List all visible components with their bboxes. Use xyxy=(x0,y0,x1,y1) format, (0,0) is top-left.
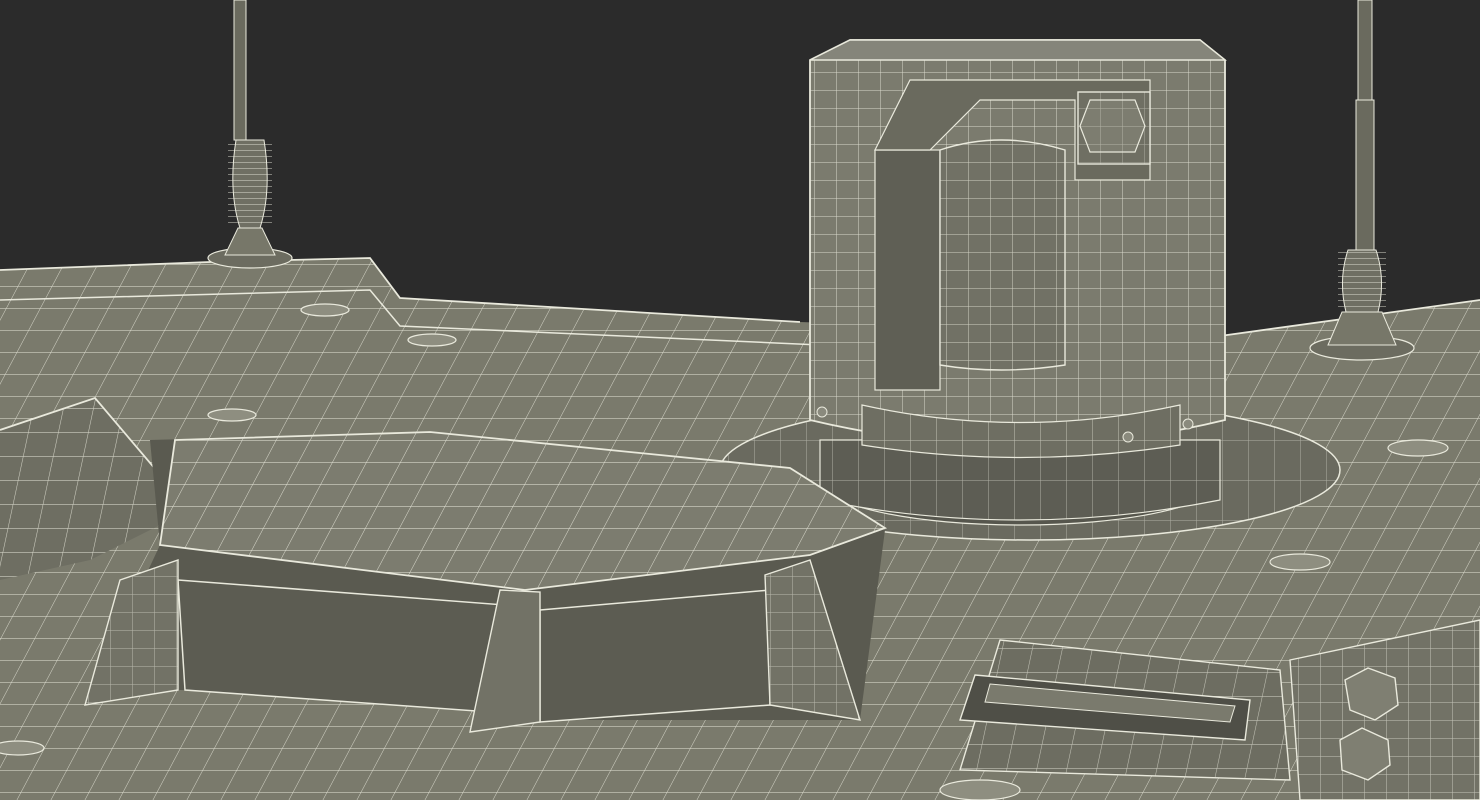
raised-hatch xyxy=(84,431,888,733)
camera-box xyxy=(1077,91,1151,165)
bolt-icon xyxy=(1182,418,1194,430)
bolt-icon xyxy=(1122,431,1134,443)
vent-icon xyxy=(939,779,1021,800)
vent-icon xyxy=(1269,553,1331,571)
vent-icon xyxy=(207,408,257,422)
hatch-panel-right xyxy=(539,589,771,723)
sensor-window xyxy=(874,149,941,391)
wireframe-render xyxy=(0,0,1480,800)
sensor-turret xyxy=(809,39,1227,459)
vent-icon xyxy=(407,333,457,347)
bolt-icon xyxy=(816,406,828,418)
vent-icon xyxy=(0,740,45,756)
vent-icon xyxy=(1387,439,1449,457)
vent-icon xyxy=(300,303,350,317)
